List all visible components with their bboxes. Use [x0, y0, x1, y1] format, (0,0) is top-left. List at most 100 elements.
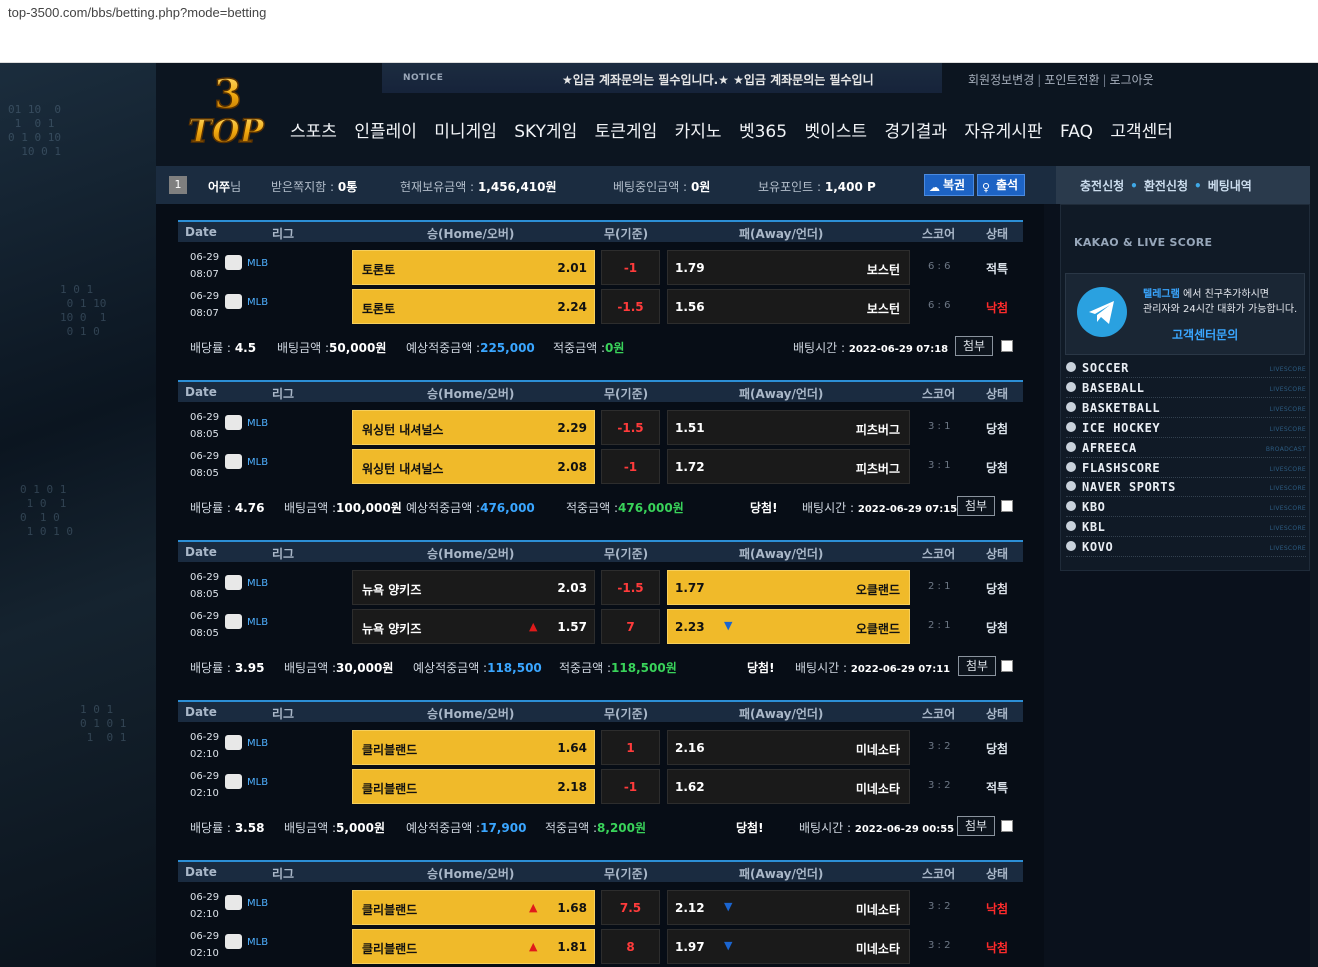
nav-minigame[interactable]: 미니게임 [434, 122, 497, 142]
home-pick[interactable]: 토론토 2.24 [352, 289, 595, 324]
slip-checkbox[interactable] [1001, 820, 1013, 832]
home-odd: 1.57 [557, 620, 587, 634]
nav-board[interactable]: 자유게시판 [964, 122, 1042, 142]
draw-pick[interactable]: -1.5 [601, 289, 660, 324]
sport-icon [1066, 481, 1076, 492]
livescore-item-afreeca[interactable]: AFREECA BROADCAST [1066, 439, 1306, 458]
away-pick[interactable]: 1.62 미네소타 [667, 769, 910, 804]
draw-pick[interactable]: -1 [601, 449, 660, 484]
slip-checkbox[interactable] [1001, 500, 1013, 512]
livescore-item-naver-sports[interactable]: NAVER SPORTS LIVESCORE [1066, 478, 1306, 498]
support-inquiry-link[interactable]: 고객센터문의 [1172, 326, 1238, 343]
livescore-item-kbo[interactable]: KBO LIVESCORE [1066, 498, 1306, 518]
draw-value: -1 [623, 780, 638, 794]
away-pick[interactable]: 1.97 ▼ 미네소타 [667, 929, 910, 964]
livescore-item-ice-hockey[interactable]: ICE HOCKEY LIVESCORE [1066, 419, 1306, 438]
away-pick[interactable]: 1.56 보스턴 [667, 289, 910, 324]
message-box[interactable]: 받은쪽지함 : 0통 [271, 178, 357, 195]
home-odd: 2.29 [557, 421, 587, 435]
league-name: MLB [247, 258, 269, 269]
livescore-item-basketball[interactable]: BASKETBALL LIVESCORE [1066, 399, 1306, 418]
nav-support[interactable]: 고객센터 [1110, 122, 1173, 142]
withdraw-request-link[interactable]: 환전신청 [1144, 179, 1188, 193]
nav-beteast[interactable]: 벳이스트 [804, 122, 867, 142]
livescore-item-kbl[interactable]: KBL LIVESCORE [1066, 518, 1306, 538]
draw-pick[interactable]: 7.5 [601, 890, 660, 925]
home-odd: 2.08 [557, 460, 587, 474]
away-pick[interactable]: 1.79 보스턴 [667, 250, 910, 285]
nav-results[interactable]: 경기결과 [884, 122, 947, 142]
livescore-item-kovo[interactable]: KOVO LIVESCORE [1066, 538, 1306, 558]
site-logo[interactable]: 3 TOP [186, 70, 278, 154]
away-pick[interactable]: 2.12 ▼ 미네소타 [667, 890, 910, 925]
away-pick[interactable]: 1.77 오클랜드 [667, 570, 910, 605]
home-pick[interactable]: 뉴욕 양키즈 ▲ 1.57 [352, 609, 595, 644]
nav-tokengame[interactable]: 토큰게임 [595, 122, 658, 142]
attach-button[interactable]: 첨부 [957, 496, 995, 516]
livescore-name: KBO [1082, 500, 1106, 515]
slip-hit: 적중금액 :0원 [553, 341, 625, 355]
attendance-button[interactable]: ♀ 출석 [977, 174, 1025, 196]
draw-pick[interactable]: -1 [601, 769, 660, 804]
home-pick[interactable]: 워싱턴 내셔널스 2.29 [352, 410, 595, 445]
home-pick[interactable]: 워싱턴 내셔널스 2.08 [352, 449, 595, 484]
livescore-item-baseball[interactable]: BASEBALL LIVESCORE [1066, 379, 1306, 398]
draw-pick[interactable]: 7 [601, 609, 660, 644]
home-pick[interactable]: 클리블랜드 ▲ 1.68 [352, 890, 595, 925]
draw-pick[interactable]: -1 [601, 250, 660, 285]
lottery-button[interactable]: ☁ 복권 [924, 174, 974, 196]
home-pick[interactable]: 뉴욕 양키즈 2.03 [352, 570, 595, 605]
away-pick[interactable]: 1.72 피츠버그 [667, 449, 910, 484]
game-score: 3 : 2 [928, 940, 951, 951]
home-pick[interactable]: 클리블랜드 1.64 [352, 730, 595, 765]
nav-inplay[interactable]: 인플레이 [354, 122, 417, 142]
draw-pick[interactable]: -1.5 [601, 410, 660, 445]
nav-faq[interactable]: FAQ [1060, 122, 1093, 142]
attach-button[interactable]: 첨부 [957, 816, 995, 836]
slip-checkbox[interactable] [1001, 340, 1013, 352]
away-team: 미네소타 [855, 782, 900, 796]
header-home: 승(Home/오버) [427, 707, 515, 721]
header-draw: 무(기준) [604, 387, 649, 401]
livescore-tag: LIVESCORE [1269, 465, 1306, 473]
slip-checkbox[interactable] [1001, 660, 1013, 672]
attach-button[interactable]: 첨부 [955, 336, 993, 356]
livescore-item-flashscore[interactable]: FLASHSCORE LIVESCORE [1066, 459, 1306, 478]
header-date: Date [185, 545, 217, 559]
mlb-icon [225, 454, 242, 469]
mlb-icon [225, 774, 242, 789]
home-pick[interactable]: 클리블랜드 2.18 [352, 769, 595, 804]
nav-bet365[interactable]: 벳365 [739, 122, 787, 142]
point-convert-link[interactable]: 포인트전환 [1044, 73, 1099, 87]
nav-sports[interactable]: 스포츠 [290, 122, 337, 142]
game-datetime: 06-29 02:10 [190, 892, 220, 920]
draw-pick[interactable]: -1.5 [601, 570, 660, 605]
draw-pick[interactable]: 1 [601, 730, 660, 765]
edit-profile-link[interactable]: 회원정보변경 [968, 73, 1034, 87]
away-pick[interactable]: 2.16 미네소타 [667, 730, 910, 765]
livescore-item-soccer[interactable]: SOCCER LIVESCORE [1066, 359, 1306, 378]
bet-history-link[interactable]: 베팅내역 [1208, 179, 1252, 193]
home-pick[interactable]: 클리블랜드 ▲ 1.81 [352, 929, 595, 964]
header-draw: 무(기준) [604, 547, 649, 561]
game-datetime: 06-29 08:07 [190, 252, 220, 280]
home-pick[interactable]: 토론토 2.01 [352, 250, 595, 285]
away-pick[interactable]: 1.51 피츠버그 [667, 410, 910, 445]
nav-casino[interactable]: 카지노 [675, 122, 722, 142]
address-bar[interactable]: top-3500.com/bbs/betting.php?mode=bettin… [0, 0, 1318, 27]
deposit-request-link[interactable]: 충전신청 [1080, 179, 1124, 193]
header-score: 스코어 [922, 707, 956, 721]
attach-button[interactable]: 첨부 [958, 656, 996, 676]
away-pick[interactable]: 2.23 ▼ 오클랜드 [667, 609, 910, 644]
draw-pick[interactable]: 8 [601, 929, 660, 964]
livescore-tag: LIVESCORE [1269, 425, 1306, 433]
header-league: 리그 [272, 867, 295, 881]
logout-link[interactable]: 로그아웃 [1110, 73, 1154, 87]
header-league: 리그 [272, 547, 295, 561]
draw-value: 1 [626, 741, 635, 755]
betting-list [156, 204, 1044, 967]
draw-value: 7.5 [619, 901, 642, 915]
nav-skygame[interactable]: SKY게임 [514, 122, 577, 142]
header-home: 승(Home/오버) [427, 867, 515, 881]
slip-expected: 예상적중금액 :476,000 [406, 501, 535, 515]
